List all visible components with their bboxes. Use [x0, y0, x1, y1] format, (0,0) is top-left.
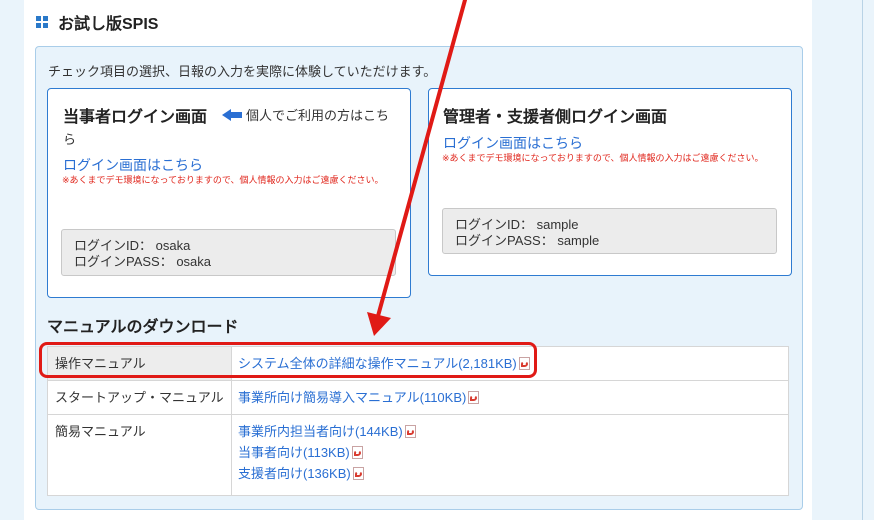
annotation-arrow-icon: [367, 0, 467, 336]
